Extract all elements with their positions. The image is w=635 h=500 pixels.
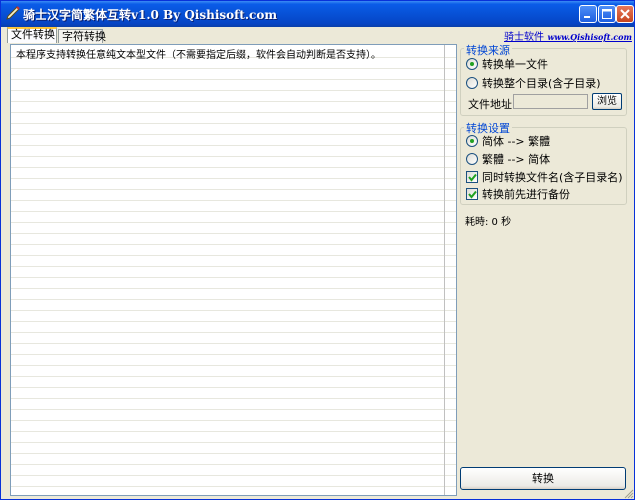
- tab-label: 文件转换: [11, 28, 55, 41]
- title-bar[interactable]: 骑士汉字简繁体互转v1.0 By Qishisoft.com: [1, 1, 634, 27]
- radio-dot: [466, 135, 478, 147]
- checkmark-icon: [468, 190, 477, 199]
- tab-text-convert[interactable]: 字符转换: [58, 29, 106, 43]
- radio-label: 繁體 --> 简体: [482, 153, 551, 166]
- convert-button[interactable]: 转换: [460, 467, 626, 490]
- browse-button-label: 浏览: [597, 96, 617, 107]
- browse-button[interactable]: 浏览: [592, 93, 622, 110]
- checkbox-box: [466, 171, 478, 183]
- brand-link[interactable]: 骑士软件 www.Qishisoft.com: [504, 28, 632, 43]
- minimize-button[interactable]: [579, 5, 597, 23]
- path-label: 文件地址: [468, 98, 512, 111]
- resize-grip-icon[interactable]: [622, 487, 634, 499]
- checkbox-label: 转换前先进行备份: [482, 188, 570, 201]
- maximize-button[interactable]: [598, 5, 616, 23]
- textarea-content: 本程序支持转换任意纯文本型文件（不需要指定后缀，软件会自动判断是否支持）。: [16, 50, 381, 61]
- convert-button-label: 转换: [532, 472, 554, 485]
- close-button[interactable]: [616, 5, 634, 23]
- radio-dot: [466, 153, 478, 165]
- minimize-icon: [584, 16, 590, 18]
- checkbox-box: [466, 188, 478, 200]
- brand-url: www.Qishisoft.com: [547, 32, 632, 42]
- tab-label: 字符转换: [62, 30, 106, 43]
- content-textarea[interactable]: 本程序支持转换任意纯文本型文件（不需要指定后缀，软件会自动判断是否支持）。: [10, 44, 457, 496]
- radio-label: 转换单一文件: [482, 58, 548, 71]
- maximize-icon: [602, 9, 612, 19]
- tab-file-convert[interactable]: 文件转换: [7, 27, 57, 43]
- checkbox-label: 同时转换文件名(含子目录名): [482, 171, 623, 184]
- window-title: 骑士汉字简繁体互转v1.0 By Qishisoft.com: [23, 8, 278, 22]
- source-group-title: 转换来源: [464, 42, 512, 58]
- radio-dot: [466, 77, 478, 89]
- radio-label: 简体 --> 繁體: [482, 135, 551, 148]
- textarea-margin-line: [444, 45, 445, 495]
- path-input[interactable]: [513, 94, 588, 109]
- close-icon: [620, 9, 630, 19]
- settings-group-title: 转换设置: [464, 120, 512, 136]
- radio-dot: [466, 58, 478, 70]
- app-window: 骑士汉字简繁体互转v1.0 By Qishisoft.com 文件转换 字符转换…: [0, 0, 635, 500]
- elapsed-time: 耗時: 0 秒: [465, 217, 512, 228]
- checkmark-icon: [468, 173, 477, 182]
- radio-label: 转换整个目录(含子目录): [482, 77, 601, 90]
- app-pen-icon: [6, 6, 20, 20]
